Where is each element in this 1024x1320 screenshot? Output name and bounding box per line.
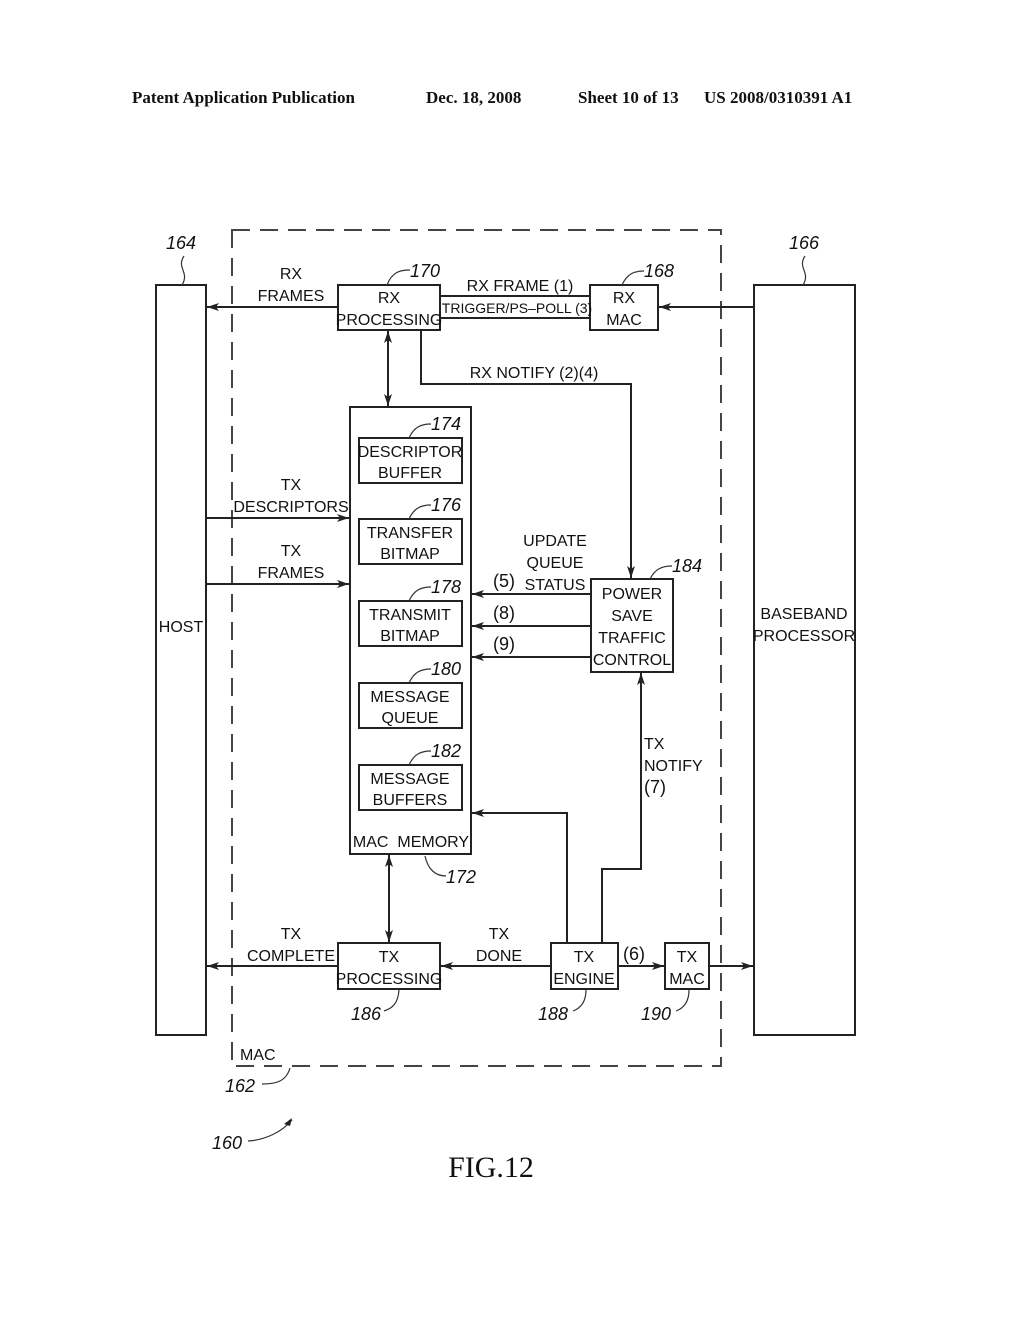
leader-190 — [675, 989, 690, 1012]
pstc-line4: CONTROL — [593, 652, 671, 669]
transmit-bitmap-line2: BITMAP — [380, 628, 440, 645]
tx-notify-line1: TX — [644, 736, 665, 753]
leader-184 — [649, 565, 673, 580]
ref-160: 160 — [212, 1133, 242, 1153]
ref-168: 168 — [644, 261, 674, 281]
pstc-line3: TRAFFIC — [598, 630, 666, 647]
baseband-processor-block — [753, 284, 856, 1036]
tx-notify-line2: NOTIFY — [644, 758, 703, 775]
ref-174: 174 — [431, 414, 461, 434]
tx-mac-line1: TX — [677, 949, 698, 966]
tx-done-line2: DONE — [476, 948, 522, 965]
descriptor-buffer-line2: BUFFER — [378, 465, 442, 482]
rx-frame-label: RX FRAME (1) — [467, 278, 574, 295]
update-queue-line3: STATUS — [525, 577, 586, 594]
leader-166 — [801, 255, 807, 286]
tx-frames-line1: TX — [281, 543, 302, 560]
mac-memory-label: MAC MEMORY — [353, 834, 469, 851]
message-buffers-line2: BUFFERS — [373, 792, 448, 809]
trigger-label: TRIGGER/PS–POLL (3) — [442, 300, 592, 316]
txengine-memory-arrow — [472, 809, 568, 943]
ref-164: 164 — [166, 233, 196, 253]
rx-frames-line1: RX — [280, 266, 303, 283]
block-diagram: MAC 162 HOST 164 BASEBAND PROCESSOR 166 … — [155, 229, 856, 1184]
ref-166: 166 — [789, 233, 820, 253]
rx-mac-line1: RX — [613, 290, 636, 307]
tx-notify-line3: (7) — [644, 777, 666, 797]
tx-engine-line1: TX — [574, 949, 595, 966]
tx-descriptors-line1: TX — [281, 477, 302, 494]
leader-170 — [386, 269, 411, 286]
mac-boundary-label: MAC — [240, 1047, 276, 1064]
message-queue-line2: QUEUE — [382, 710, 439, 727]
pstc-line2: SAVE — [611, 608, 653, 625]
tx-frames-line2: FRAMES — [258, 565, 325, 582]
update-queue-line2: QUEUE — [527, 555, 584, 572]
ref-178: 178 — [431, 577, 461, 597]
transfer-bitmap-line2: BITMAP — [380, 546, 440, 563]
tx-complete-line1: TX — [281, 926, 302, 943]
ref-184: 184 — [672, 556, 702, 576]
tx-complete-line2: COMPLETE — [247, 948, 335, 965]
rx-processing-line2: PROCESSING — [336, 312, 443, 329]
leader-188 — [572, 989, 587, 1012]
ref-170: 170 — [410, 261, 440, 281]
leader-164 — [180, 255, 186, 286]
step5-label: (5) — [493, 571, 515, 591]
tx-processing-line2: PROCESSING — [336, 971, 443, 988]
step9-label: (9) — [493, 634, 515, 654]
tx-mac-line2: MAC — [669, 971, 705, 988]
ref-172: 172 — [446, 867, 476, 887]
tx-descriptors-line2: DESCRIPTORS — [233, 499, 348, 516]
message-queue-line1: MESSAGE — [370, 689, 449, 706]
leader-168 — [621, 270, 645, 286]
host-label: HOST — [159, 619, 204, 636]
host-block — [155, 284, 207, 1036]
rx-frames-line2: FRAMES — [258, 288, 325, 305]
tx-done-line1: TX — [489, 926, 510, 943]
leader-162 — [261, 1067, 291, 1085]
step8-label: (8) — [493, 603, 515, 623]
rx-notify-label: RX NOTIFY (2)(4) — [470, 365, 599, 382]
descriptor-buffer-line1: DESCRIPTOR — [358, 444, 463, 461]
transmit-bitmap-line1: TRANSMIT — [369, 607, 451, 624]
update-queue-line1: UPDATE — [523, 533, 587, 550]
baseband-line1: BASEBAND — [760, 606, 847, 623]
step6-label: (6) — [623, 944, 645, 964]
ref-176: 176 — [431, 495, 462, 515]
ref-162: 162 — [225, 1076, 255, 1096]
ref-190: 190 — [641, 1004, 671, 1024]
baseband-line2: PROCESSOR — [753, 628, 855, 645]
pstc-line1: POWER — [602, 586, 662, 603]
figure-caption: FIG.12 — [448, 1151, 534, 1184]
message-buffers-line1: MESSAGE — [370, 771, 449, 788]
ref-160-arrowhead — [284, 1118, 292, 1126]
ref-182: 182 — [431, 741, 461, 761]
ref-186: 186 — [351, 1004, 382, 1024]
tx-processing-line1: TX — [379, 949, 400, 966]
tx-engine-line2: ENGINE — [553, 971, 614, 988]
ref-180: 180 — [431, 659, 461, 679]
transfer-bitmap-line1: TRANSFER — [367, 525, 453, 542]
ref-188: 188 — [538, 1004, 568, 1024]
rx-mac-line2: MAC — [606, 312, 642, 329]
tx-notify-arrow — [601, 673, 645, 943]
rx-processing-line1: RX — [378, 290, 401, 307]
leader-172 — [424, 855, 447, 877]
leader-186 — [383, 989, 400, 1012]
